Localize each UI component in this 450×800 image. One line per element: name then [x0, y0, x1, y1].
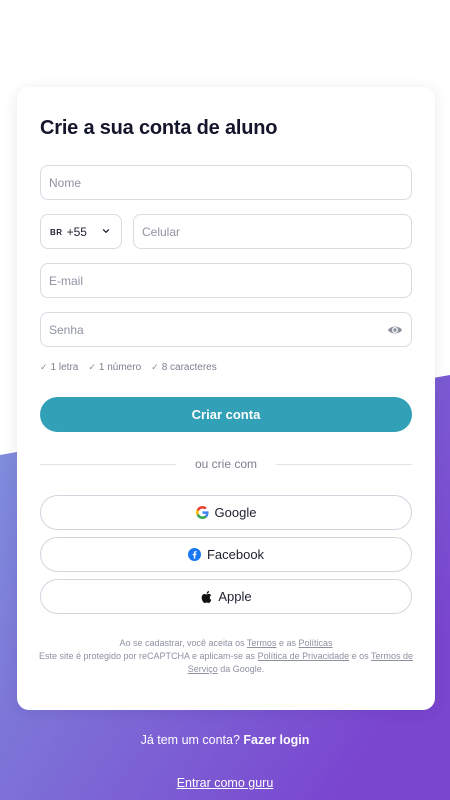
hint-letter: ✓ 1 letra: [40, 362, 79, 373]
policies-link[interactable]: Políticas: [298, 638, 332, 648]
name-field[interactable]: [40, 165, 412, 200]
google-label: Google: [214, 505, 257, 520]
facebook-icon: [187, 548, 201, 561]
facebook-signup-button[interactable]: Facebook: [40, 537, 412, 572]
page-title: Crie a sua conta de aluno: [40, 117, 278, 139]
email-field[interactable]: [40, 263, 412, 298]
check-icon: ✓: [40, 362, 48, 372]
country-flag-badge: BR: [50, 227, 63, 237]
phone-field[interactable]: [133, 214, 412, 249]
chevron-down-icon: [102, 229, 110, 233]
login-prompt: Já tem um conta? Fazer login: [140, 733, 310, 747]
hint-length: ✓ 8 caracteres: [151, 362, 217, 373]
login-link[interactable]: Fazer login: [243, 733, 309, 747]
name-input[interactable]: [49, 175, 411, 190]
email-input[interactable]: [49, 273, 411, 288]
phone-input[interactable]: [142, 224, 411, 239]
password-input[interactable]: [49, 322, 411, 337]
terms-link[interactable]: Termos: [247, 638, 277, 648]
divider-text: ou crie com: [194, 457, 258, 471]
guru-login-link[interactable]: Entrar como guru: [0, 776, 450, 790]
check-icon: ✓: [88, 362, 96, 372]
privacy-policy-link[interactable]: Política de Privacidade: [258, 651, 350, 661]
apple-signup-button[interactable]: Apple: [40, 579, 412, 614]
country-code-value: +55: [66, 224, 87, 239]
apple-icon: [202, 590, 212, 603]
signup-card: Crie a sua conta de aluno BR +55 ✓ 1 let…: [17, 87, 435, 710]
google-signup-button[interactable]: Google: [40, 495, 412, 530]
legal-notice: Ao se cadastrar, você aceita os Termos e…: [38, 638, 414, 674]
google-icon: [195, 506, 209, 519]
password-field[interactable]: [40, 312, 412, 347]
country-code-select[interactable]: BR +55: [40, 214, 122, 249]
divider: ou crie com: [40, 457, 412, 471]
password-requirements: ✓ 1 letra ✓ 1 número ✓ 8 caracteres: [40, 362, 227, 373]
check-icon: ✓: [151, 362, 159, 372]
hint-number: ✓ 1 número: [88, 362, 142, 373]
facebook-label: Facebook: [206, 547, 265, 562]
create-account-button[interactable]: Criar conta: [40, 397, 412, 432]
apple-label: Apple: [218, 589, 252, 604]
eye-icon[interactable]: [387, 322, 403, 338]
